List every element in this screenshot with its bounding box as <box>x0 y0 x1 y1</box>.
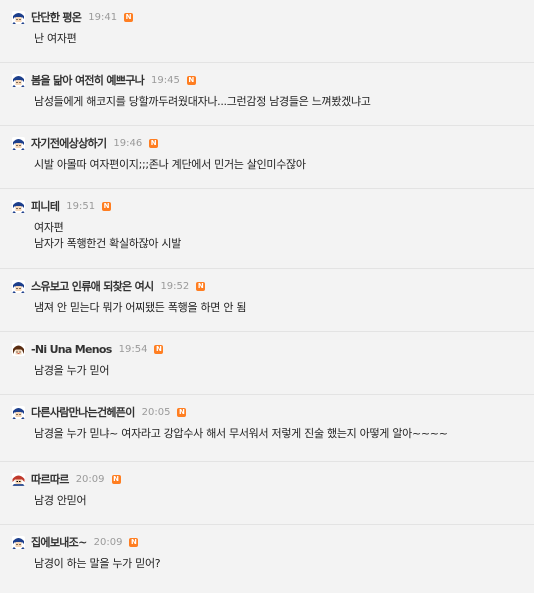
comment-line: 남경을 누가 믿어 <box>34 364 110 377</box>
comment-timestamp: 19:41 <box>88 11 118 23</box>
comment-nickname[interactable]: 단단한 평온 <box>31 9 82 25</box>
new-badge-icon: N <box>154 344 164 354</box>
comment-header: 자기전에상상하기 19:46 N <box>12 136 522 150</box>
comment-nickname[interactable]: 집에보내조~ <box>31 534 87 550</box>
avatar-blue-hair-icon[interactable] <box>12 10 25 24</box>
comment-item: 단단한 평온 19:41 N 난 여자편 <box>0 0 534 63</box>
comment-text: 시발 아몰따 여자편이지;;;존나 계단에서 민거는 살인미수잖아 <box>34 157 522 173</box>
comment-header: 다른사람만나는건헤픈이 20:05 N <box>12 405 522 419</box>
comment-item: 봄을 닮아 여전히 예쁘구나 19:45 N 남성들에게 해코지를 당할까두려웠… <box>0 63 534 126</box>
comment-header: 따르따르 20:09 N <box>12 472 522 486</box>
comment-line: 남경을 누가 믿냐~ 여자라고 강압수사 해서 무서워서 저렇게 진술 했는지 … <box>34 427 448 440</box>
comment-line: 여자편 <box>34 221 64 234</box>
comment-header: 피니테 19:51 N <box>12 199 522 213</box>
comment-text: 남경을 누가 믿어 <box>34 363 522 379</box>
comment-line: 남성들에게 해코지를 당할까두려웠대자나...그런감정 남경들은 느껴봤겠냐고 <box>34 95 371 108</box>
comment-nickname[interactable]: 따르따르 <box>31 471 69 487</box>
new-badge-icon: N <box>129 537 139 547</box>
comment-text: 남경을 누가 믿냐~ 여자라고 강압수사 해서 무서워서 저렇게 진술 했는지 … <box>34 426 522 442</box>
comment-nickname[interactable]: 다른사람만나는건헤픈이 <box>31 404 135 420</box>
comment-timestamp: 20:05 <box>141 406 171 418</box>
comment-text: 남경 안믿어 <box>34 493 522 509</box>
comment-timestamp: 20:09 <box>93 536 123 548</box>
new-badge-icon: N <box>149 138 159 148</box>
comment-item: 집에보내조~ 20:09 N 남경이 하는 말을 누가 믿어? <box>0 525 534 583</box>
comment-line: 난 여자편 <box>34 32 77 45</box>
comment-line: 냄져 안 믿는다 뭐가 어찌됐든 폭행을 하면 안 됨 <box>34 301 247 314</box>
comment-header: 집에보내조~ 20:09 N <box>12 535 522 549</box>
comment-item: 피니테 19:51 N 여자편 남자가 폭행한건 확실하잖아 시발 <box>0 189 534 269</box>
comment-text: 남경이 하는 말을 누가 믿어? <box>34 556 522 572</box>
new-badge-icon: N <box>177 407 187 417</box>
comment-header: 스유보고 인류애 되찾은 여시 19:52 N <box>12 279 522 293</box>
comment-item: 다른사람만나는건헤픈이 20:05 N 남경을 누가 믿냐~ 여자라고 강압수사… <box>0 395 534 462</box>
comment-text: 여자편 남자가 폭행한건 확실하잖아 시발 <box>34 220 522 252</box>
comment-nickname[interactable]: 봄을 닮아 여전히 예쁘구나 <box>31 72 145 88</box>
comment-header: 단단한 평온 19:41 N <box>12 10 522 24</box>
comment-header: -Ni Una Menos 19:54 N <box>12 342 522 356</box>
comment-timestamp: 19:51 <box>66 200 96 212</box>
new-badge-icon: N <box>124 12 134 22</box>
avatar-red-hair-icon[interactable] <box>12 472 25 486</box>
comment-item: 스유보고 인류애 되찾은 여시 19:52 N 냄져 안 믿는다 뭐가 어찌됐든… <box>0 269 534 332</box>
comment-timestamp: 19:45 <box>151 74 180 86</box>
comment-nickname[interactable]: -Ni Una Menos <box>31 343 112 356</box>
new-badge-icon: N <box>196 281 206 291</box>
new-badge-icon: N <box>111 474 121 484</box>
comment-line: 시발 아몰따 여자편이지;;;존나 계단에서 민거는 살인미수잖아 <box>34 158 306 171</box>
comment-nickname[interactable]: 피니테 <box>31 198 60 214</box>
comment-timestamp: 19:54 <box>118 343 148 355</box>
comment-item: -Ni Una Menos 19:54 N 남경을 누가 믿어 <box>0 332 534 395</box>
avatar-blue-hair-icon[interactable] <box>12 199 25 213</box>
comment-text: 난 여자편 <box>34 31 522 47</box>
comment-nickname[interactable]: 자기전에상상하기 <box>31 135 107 151</box>
avatar-blue-hair-icon[interactable] <box>12 405 25 419</box>
comment-timestamp: 19:52 <box>160 280 190 292</box>
comment-line: 남경 안믿어 <box>34 494 87 507</box>
comment-nickname[interactable]: 스유보고 인류애 되찾은 여시 <box>31 278 154 294</box>
avatar-blue-hair-icon[interactable] <box>12 279 25 293</box>
avatar-blue-hair-icon[interactable] <box>12 535 25 549</box>
avatar-blue-hair-icon[interactable] <box>12 136 25 150</box>
new-badge-icon: N <box>186 75 196 85</box>
comment-timestamp: 19:46 <box>113 137 143 149</box>
comment-header: 봄을 닮아 여전히 예쁘구나 19:45 N <box>12 73 522 87</box>
avatar-brown-hair-icon[interactable] <box>12 342 25 356</box>
new-badge-icon: N <box>102 201 112 211</box>
comment-item: 따르따르 20:09 N 남경 안믿어 <box>0 462 534 525</box>
avatar-blue-hair-icon[interactable] <box>12 73 25 87</box>
comment-line: 남자가 폭행한건 확실하잖아 시발 <box>34 237 182 250</box>
comment-item: 자기전에상상하기 19:46 N 시발 아몰따 여자편이지;;;존나 계단에서 … <box>0 126 534 189</box>
comment-text: 남성들에게 해코지를 당할까두려웠대자나...그런감정 남경들은 느껴봤겠냐고 <box>34 94 522 110</box>
comment-timestamp: 20:09 <box>75 473 105 485</box>
comment-line: 남경이 하는 말을 누가 믿어? <box>34 557 161 570</box>
comment-list: 단단한 평온 19:41 N 난 여자편 봄을 닮아 여전히 예쁘구나 19:4… <box>0 0 534 593</box>
comment-text: 냄져 안 믿는다 뭐가 어찌됐든 폭행을 하면 안 됨 <box>34 300 522 316</box>
